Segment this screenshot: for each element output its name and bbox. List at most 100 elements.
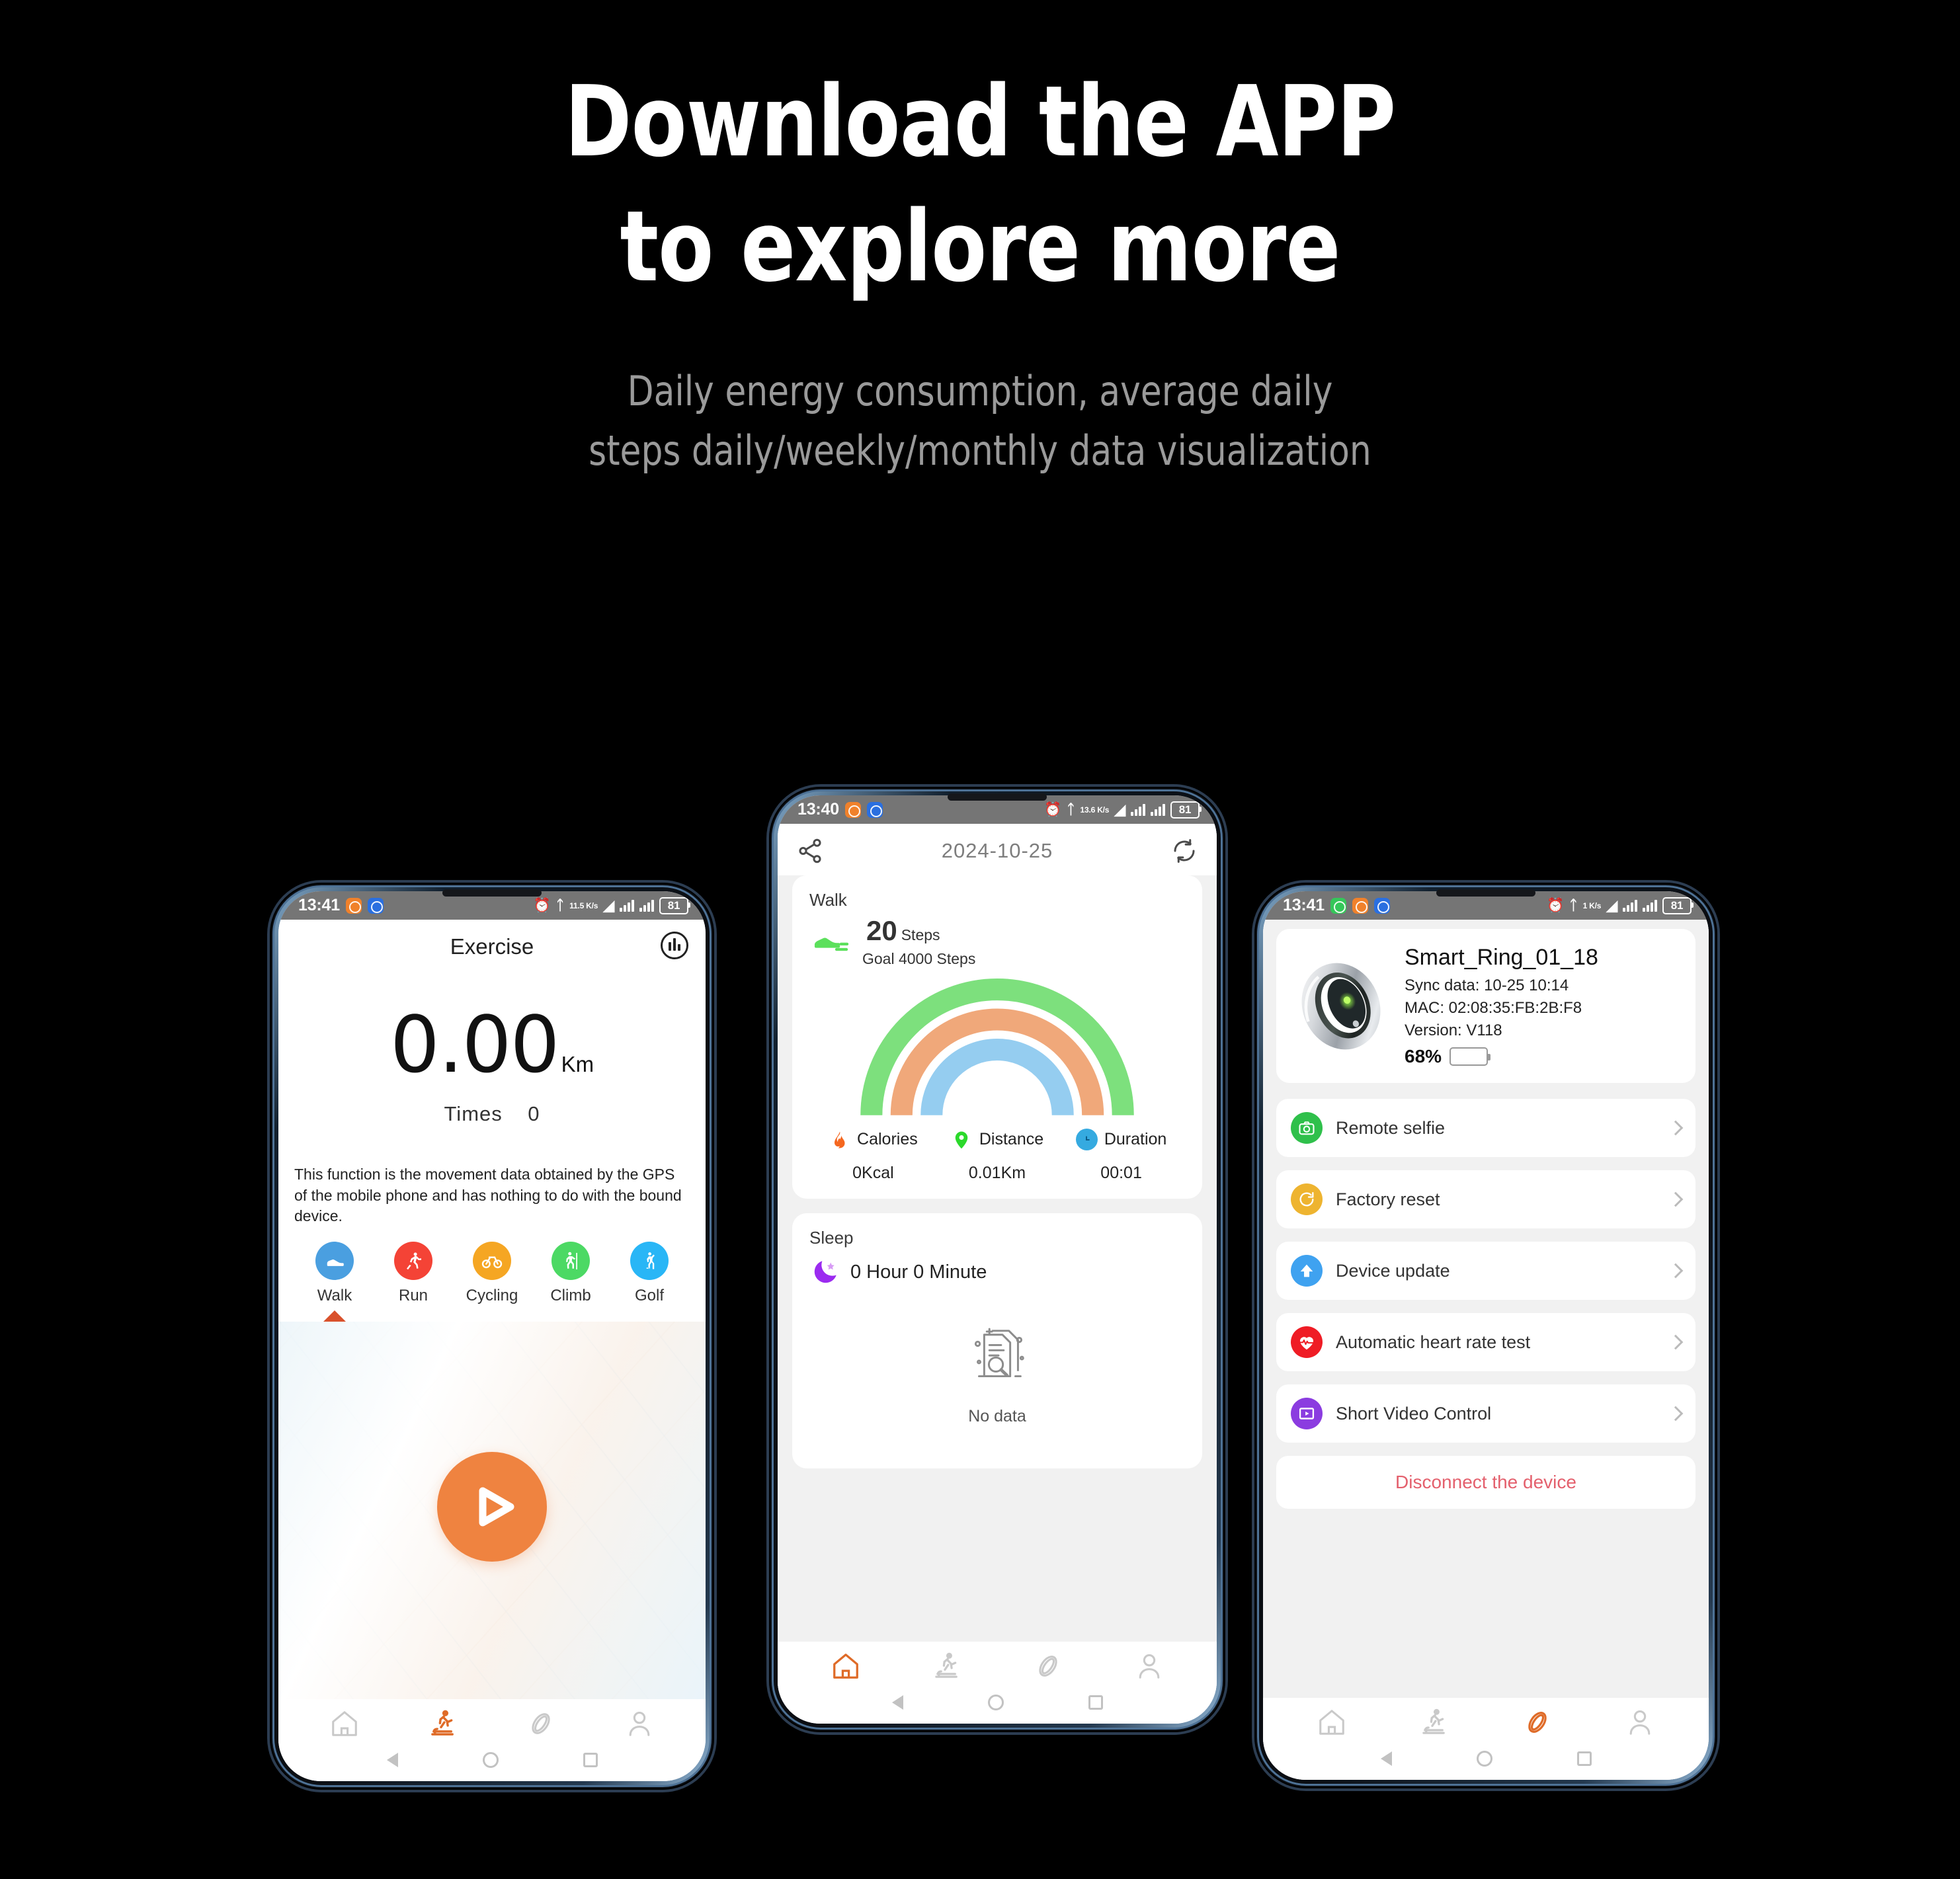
steps-goal: Goal 4000 Steps — [862, 950, 976, 967]
signal-bars-1-icon — [620, 899, 634, 912]
device-name: Smart_Ring_01_18 — [1405, 945, 1598, 970]
video-player-icon — [1291, 1398, 1323, 1430]
selected-indicator-triangle — [323, 1310, 346, 1322]
android-system-nav — [778, 1687, 1217, 1724]
sport-option-run[interactable]: Run — [377, 1242, 450, 1322]
bicycle-icon — [473, 1242, 511, 1281]
alarm-icon: ⏰ — [533, 898, 551, 913]
activity-ring-gauge — [809, 979, 1185, 1121]
metric-value: 0Kcal — [852, 1164, 894, 1182]
clock-icon — [1075, 1129, 1098, 1150]
back-icon[interactable] — [386, 1753, 398, 1767]
nav-device[interactable] — [1522, 1707, 1553, 1738]
recents-icon[interactable] — [583, 1753, 598, 1767]
phone-left-exercise: 13:41 ⏰ ᛏ 11.5 K/s ◢ 81 Exercise 0.00 Km… — [270, 883, 714, 1790]
sleep-duration: 0 Hour 0 Minute — [850, 1261, 987, 1283]
sport-option-walk[interactable]: Walk — [298, 1242, 371, 1322]
nav-home[interactable] — [1317, 1707, 1347, 1738]
sport-option-climb[interactable]: Climb — [534, 1242, 607, 1322]
status-app-badge-blue — [1373, 897, 1390, 914]
walk-card: Walk 20 Steps Goal 4000 Steps Calories 0… — [792, 875, 1202, 1199]
page-title-line2: to explore more — [620, 190, 1341, 304]
setting-row-short-video-control[interactable]: Short Video Control — [1276, 1384, 1695, 1443]
android-system-nav — [278, 1744, 706, 1781]
distance-value: 0.00 — [389, 999, 560, 1090]
nav-home[interactable] — [831, 1651, 861, 1681]
metric-label: Duration — [1104, 1130, 1167, 1148]
chevron-right-icon — [1668, 1191, 1684, 1207]
camera-icon — [1291, 1112, 1323, 1144]
nav-profile[interactable] — [624, 1708, 655, 1739]
nav-profile[interactable] — [1625, 1707, 1655, 1738]
device-mac: MAC: 02:08:35:FB:2B:F8 — [1405, 999, 1582, 1018]
distance-unit: Km — [561, 1052, 594, 1076]
home-icon — [332, 1711, 358, 1736]
status-time: 13:40 — [797, 800, 839, 819]
back-icon[interactable] — [891, 1695, 903, 1710]
phone-notch — [442, 889, 542, 897]
page-title-line1: Download the APP — [564, 65, 1396, 179]
back-icon[interactable] — [1380, 1751, 1392, 1766]
sport-label: Run — [398, 1287, 429, 1305]
share-icon[interactable] — [796, 837, 824, 865]
nav-exercise[interactable] — [1419, 1707, 1450, 1738]
setting-label: Factory reset — [1336, 1189, 1440, 1209]
nav-home[interactable] — [329, 1708, 360, 1739]
setting-row-factory-reset[interactable]: Factory reset — [1276, 1170, 1695, 1229]
device-info-card[interactable]: Smart_Ring_01_18 Sync data: 10-25 10:14 … — [1276, 929, 1695, 1084]
person-icon — [1139, 1654, 1159, 1679]
sport-option-cycling[interactable]: Cycling — [456, 1242, 528, 1322]
recents-icon[interactable] — [1088, 1695, 1103, 1710]
selected-date[interactable]: 2024-10-25 — [942, 839, 1053, 863]
page-subtitle: Daily energy consumption, average daily … — [69, 362, 1892, 481]
steps-value: 20 — [866, 915, 897, 946]
wifi-icon: ◢ — [1606, 897, 1617, 914]
setting-label: Automatic heart rate test — [1336, 1332, 1531, 1352]
status-app-badge-orange — [844, 801, 861, 818]
nav-device[interactable] — [1033, 1651, 1063, 1681]
metric-distance: Distance 0.01Km — [936, 1129, 1059, 1183]
status-battery: 81 — [659, 897, 690, 914]
alarm-icon: ⏰ — [1044, 802, 1062, 817]
android-system-nav — [1263, 1743, 1709, 1780]
hero-section: Download the APP to explore more Daily e… — [0, 0, 1960, 481]
home-button-icon[interactable] — [1476, 1751, 1492, 1767]
setting-label: Device update — [1336, 1260, 1450, 1281]
bluetooth-icon: ᛏ — [1067, 802, 1075, 817]
page-title: Download the APP to explore more — [79, 0, 1882, 310]
nav-exercise[interactable] — [428, 1708, 458, 1739]
page-subtitle-line1: Daily energy consumption, average daily — [627, 366, 1333, 415]
nav-device[interactable] — [526, 1708, 556, 1739]
times-readout: Times 0 — [278, 1102, 706, 1126]
reset-icon — [1291, 1183, 1323, 1216]
setting-row-remote-selfie[interactable]: Remote selfie — [1276, 1099, 1695, 1158]
signal-bars-1-icon — [1623, 899, 1637, 912]
recents-icon[interactable] — [1576, 1751, 1592, 1766]
sport-option-golf[interactable]: Golf — [613, 1242, 686, 1322]
status-battery: 81 — [1170, 801, 1202, 819]
heartbeat-icon — [1291, 1326, 1323, 1359]
nav-exercise[interactable] — [932, 1651, 962, 1681]
distance-readout: 0.00 Km — [278, 999, 706, 1090]
map-background[interactable] — [278, 1322, 706, 1699]
home-button-icon[interactable] — [987, 1695, 1004, 1710]
metric-label: Calories — [857, 1130, 918, 1148]
sport-label: Cycling — [466, 1287, 518, 1305]
home-button-icon[interactable] — [482, 1752, 499, 1768]
sport-label: Golf — [634, 1287, 664, 1305]
setting-row-heart-rate-test[interactable]: Automatic heart rate test — [1276, 1313, 1695, 1372]
status-app-badge-blue — [367, 897, 384, 914]
nav-profile[interactable] — [1134, 1651, 1164, 1681]
location-pin-icon — [951, 1129, 973, 1150]
sleep-card: Sleep 0 Hour 0 Minute No data — [792, 1213, 1202, 1468]
setting-row-device-update[interactable]: Device update — [1276, 1242, 1695, 1300]
person-icon — [1629, 1710, 1651, 1735]
bar-chart-icon[interactable] — [661, 932, 688, 959]
disconnect-device-button[interactable]: Disconnect the device — [1276, 1456, 1695, 1509]
refresh-icon[interactable] — [1170, 837, 1198, 865]
start-exercise-play-button[interactable] — [437, 1451, 547, 1562]
metric-label: Distance — [979, 1130, 1044, 1148]
signal-bars-2-icon — [1643, 899, 1657, 912]
treadmill-icon — [934, 1652, 958, 1678]
bottom-nav — [1263, 1698, 1709, 1743]
